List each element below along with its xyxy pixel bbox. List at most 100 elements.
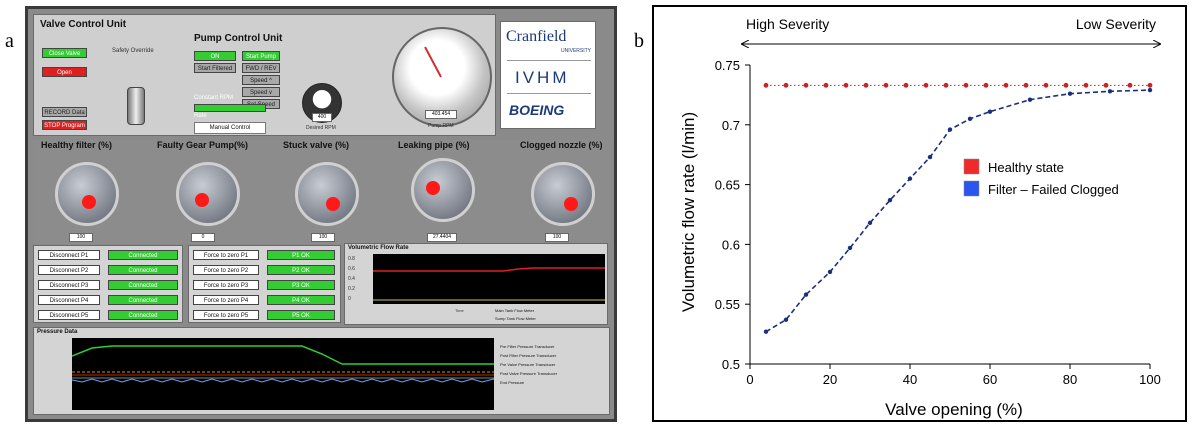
rate-label: Rate	[194, 113, 207, 119]
p5-zero-status: P5 OK	[267, 310, 335, 320]
flow-xlabel: Time	[455, 308, 464, 313]
force-zero-p3-button[interactable]: Force to zero P3	[193, 280, 259, 290]
p4-zero-status: P4 OK	[267, 295, 335, 305]
data-point-healthy	[983, 82, 989, 88]
logo-divider	[507, 60, 591, 61]
knob-label-clogged-nozzle: Clogged nozzle (%)	[520, 140, 603, 150]
disconnect-p4-button[interactable]: Disconnect P4	[38, 295, 100, 305]
manual-control-field[interactable]: Manual Control	[194, 122, 266, 134]
y-tick-label: 0.5	[722, 357, 740, 372]
legend-label-healthy: Healthy state	[988, 160, 1064, 175]
y-tick-label: 0.55	[715, 297, 740, 312]
data-point-clogged	[947, 127, 953, 132]
p2-connection-status: Connected	[108, 265, 178, 275]
logo-box: Cranfield UNIVERSITY IVHM BOEING	[500, 21, 596, 129]
safety-override-switch[interactable]	[127, 87, 145, 125]
knob-indicator	[195, 193, 209, 207]
record-data-button[interactable]: RECORD Data	[42, 107, 87, 117]
open-valve-button[interactable]: Open	[42, 67, 87, 77]
pressure-legend-item: Post Valve Pressure Transducer	[500, 371, 558, 376]
pre-filter-trace	[72, 378, 494, 383]
pump-control-title: Pump Control Unit	[194, 33, 283, 44]
x-axis-label: Valve opening (%)	[885, 400, 1023, 419]
y-tick-label: 0.65	[715, 178, 740, 193]
pump-rpm-label: Pump RPM	[428, 123, 454, 129]
data-point-healthy	[1083, 82, 1089, 88]
faulty-gear-pump-knob[interactable]	[176, 162, 240, 226]
p2-zero-status: P2 OK	[267, 265, 335, 275]
pressure-legend-item: Pre Filter Pressure Transducer	[500, 344, 555, 349]
data-point-healthy	[1127, 82, 1133, 88]
panel-label-b: b	[634, 30, 644, 52]
leaking-pipe-knob[interactable]	[411, 158, 475, 222]
p3-connection-status: Connected	[108, 280, 178, 290]
legend-label-clogged: Filter – Failed Clogged	[988, 182, 1119, 197]
constant-rpm-bar	[194, 104, 266, 112]
force-zero-p1-button[interactable]: Force to zero P1	[193, 250, 259, 260]
data-point-healthy	[843, 82, 849, 88]
knob-value-healthy-filter: 100	[69, 233, 93, 242]
pressure-chart-title: Pressure Data	[37, 329, 78, 335]
flow-chart-yticks: 0.8 0.6 0.4 0.2 0	[348, 254, 355, 304]
knob-value-faulty-gear-pump: 0	[191, 233, 215, 242]
boeing-logo: BOEING	[509, 102, 565, 118]
cranfield-logo: Cranfield	[506, 28, 567, 45]
legend-swatch-healthy	[963, 158, 980, 175]
knob-label-faulty-gear-pump: Faulty Gear Pump(%)	[157, 140, 249, 150]
start-pump-button[interactable]: Start Pump	[242, 51, 280, 61]
data-point-healthy	[1023, 82, 1029, 88]
flow-ytick: 0.8	[348, 256, 355, 262]
disconnect-p2-button[interactable]: Disconnect P2	[38, 265, 100, 275]
close-valve-button[interactable]: Close Valve	[42, 48, 87, 58]
force-zero-p2-button[interactable]: Force to zero P2	[193, 265, 259, 275]
flow-ytick: 0.6	[348, 266, 355, 272]
low-severity-annotation: Low Severity	[1076, 16, 1156, 32]
data-point-healthy	[883, 82, 889, 88]
legend-swatch-clogged	[963, 180, 980, 197]
flow-chart-title: Volumetric Flow Rate	[348, 245, 409, 251]
y-tick-label: 0.6	[722, 237, 740, 252]
data-point-clogged	[887, 197, 893, 203]
clogged-nozzle-knob[interactable]	[531, 162, 595, 226]
knob-value-leaking-pipe: 27.4404	[427, 233, 457, 242]
panel-label-a: a	[5, 30, 14, 52]
flow-legend-main: Main Tank Flow Meter	[495, 308, 535, 313]
data-point-clogged	[987, 109, 993, 114]
y-axis-label: Volumetric flow rate (l/min)	[679, 112, 698, 312]
disconnect-panel: Disconnect P1 Disconnect P2 Disconnect P…	[33, 245, 183, 323]
start-filtered-button[interactable]: Start Filtered	[194, 63, 236, 73]
disconnect-p1-button[interactable]: Disconnect P1	[38, 250, 100, 260]
flow-plot-area	[373, 254, 605, 304]
series-line-clogged	[765, 89, 1151, 333]
safety-override-label: Safety Override	[112, 48, 154, 54]
stop-program-button[interactable]: STOP Program	[42, 120, 87, 130]
fwd-rev-button[interactable]: FWD / REV	[242, 63, 280, 73]
knob-label-stuck-valve: Stuck valve (%)	[283, 140, 350, 150]
data-point-healthy	[1103, 82, 1109, 88]
flow-ytick: 0	[348, 296, 351, 302]
p4-connection-status: Connected	[108, 295, 178, 305]
pressure-chart-panel: Pressure Data Pre Filter Pressure Transd…	[33, 327, 610, 415]
data-point-healthy	[803, 82, 809, 88]
data-point-clogged	[867, 220, 873, 226]
x-tick-label: 80	[1063, 372, 1077, 387]
force-zero-p4-button[interactable]: Force to zero P4	[193, 295, 259, 305]
university-text: UNIVERSITY	[561, 48, 592, 54]
data-point-healthy	[943, 82, 949, 88]
pressure-legend-item: End Pressure	[500, 380, 525, 385]
pump-rpm-value: 403.454	[425, 110, 457, 119]
data-point-healthy	[763, 82, 769, 88]
stuck-valve-knob[interactable]	[295, 162, 359, 226]
data-point-healthy	[823, 82, 829, 88]
disconnect-p5-button[interactable]: Disconnect P5	[38, 310, 100, 320]
data-point-clogged	[783, 317, 789, 322]
force-zero-p5-button[interactable]: Force to zero P5	[193, 310, 259, 320]
healthy-filter-knob[interactable]	[55, 162, 119, 226]
p1-connection-status: Connected	[108, 250, 178, 260]
speed-down-button[interactable]: Speed v	[242, 87, 280, 97]
speed-up-button[interactable]: Speed ^	[242, 75, 280, 85]
data-point-clogged	[1067, 91, 1073, 96]
flow-ytick: 0.2	[348, 286, 355, 292]
disconnect-p3-button[interactable]: Disconnect P3	[38, 280, 100, 290]
pump-on-button[interactable]: ON	[194, 51, 236, 61]
